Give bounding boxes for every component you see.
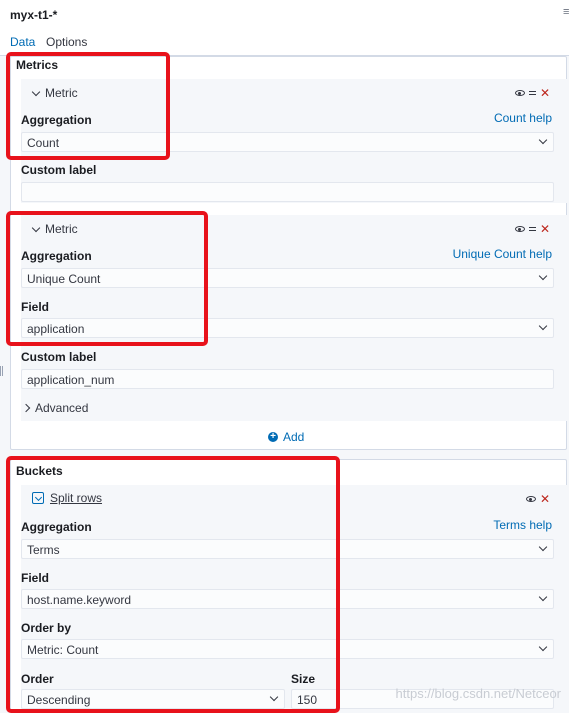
field-select[interactable]: host.name.keyword [21,589,554,609]
chevron-down-icon [538,592,548,602]
custom-label-input[interactable]: application_num [21,369,554,389]
resize-handle[interactable] [0,366,3,376]
aggregation-select-value: Terms [27,543,60,557]
watermark: https://blog.csdn.net/Netceor [395,686,561,701]
chevron-down-icon [269,692,279,702]
order-by-value: Metric: Count [27,643,99,657]
tab-options[interactable]: Options [46,35,87,49]
close-icon[interactable]: ✕ [540,223,550,235]
chevron-down-icon [538,135,548,145]
close-icon[interactable]: ✕ [540,87,550,99]
close-icon[interactable]: ✕ [540,493,550,505]
custom-label-value: application_num [27,373,115,387]
field-select[interactable]: application [21,318,554,338]
aggregation-label: Aggregation [21,520,92,534]
custom-label-label: Custom label [21,350,97,364]
chevron-down-icon [538,271,548,281]
field-select-value: host.name.keyword [27,593,132,607]
metric-actions: ✕ [514,223,550,235]
aggregation-select-value: Unique Count [27,272,101,286]
eye-icon[interactable] [525,496,536,502]
collapse-sidebar-icon[interactable]: ≡ [563,6,569,18]
field-label: Field [21,571,50,585]
metric-accordion-toggle[interactable]: Metric [31,222,78,236]
editor-tabs: Data Options [0,30,569,56]
add-metric-button[interactable]: + Add [268,430,304,444]
metrics-title: Metrics [16,58,59,72]
aggregation-select[interactable]: Terms [21,539,554,559]
metric-actions: ✕ [514,87,550,99]
buckets-title: Buckets [16,464,63,478]
metric-header-label: Metric [45,86,78,100]
unique-count-help-link[interactable]: Unique Count help [453,247,552,261]
order-by-label: Order by [21,621,72,635]
metrics-panel: Metrics Metric ✕ Aggregation Count help … [10,56,567,450]
chevron-down-icon [31,87,41,96]
count-help-link[interactable]: Count help [494,111,552,125]
metric-header-label: Metric [45,222,78,236]
aggregation-select[interactable]: Count [21,132,554,152]
field-select-value: application [27,322,85,336]
eye-icon[interactable] [514,226,525,232]
advanced-toggle[interactable]: Advanced [21,401,89,415]
drag-handle-icon[interactable] [528,91,536,95]
chevron-down-icon [538,642,548,652]
aggregation-label: Aggregation [21,249,92,263]
chevron-down-icon [32,492,44,504]
add-label: Add [283,430,305,444]
chevron-down-icon [538,321,548,331]
chevron-down-icon [538,542,548,552]
custom-label-label: Custom label [21,163,97,177]
order-label: Order [21,672,54,686]
aggregation-select[interactable]: Unique Count [21,268,554,288]
split-rows-label: Split rows [50,491,103,505]
split-rows-toggle[interactable]: Split rows [32,491,102,505]
eye-icon[interactable] [514,90,525,96]
size-value: 150 [297,693,318,707]
plus-circle-icon: + [268,432,278,442]
chevron-right-icon [21,403,31,413]
order-value: Descending [27,693,91,707]
bucket-actions: ✕ [525,493,550,505]
order-select[interactable]: Descending [21,689,285,709]
field-label: Field [21,300,50,314]
index-pattern-title: myx-t1-* [10,8,58,22]
tab-data[interactable]: Data [10,35,36,55]
metric-accordion-toggle[interactable]: Metric [31,86,78,100]
order-by-select[interactable]: Metric: Count [21,639,554,659]
custom-label-input[interactable] [21,182,554,202]
drag-handle-icon[interactable] [528,227,536,231]
buckets-panel: Buckets Split rows ✕ Aggregation Terms h… [10,459,567,713]
aggregation-label: Aggregation [21,113,92,127]
advanced-label: Advanced [35,401,89,415]
size-label: Size [291,672,316,686]
aggregation-select-value: Count [27,136,60,150]
chevron-down-icon [31,223,41,232]
editor-header: myx-t1-* ≡ [0,0,569,30]
terms-help-link[interactable]: Terms help [493,518,552,532]
